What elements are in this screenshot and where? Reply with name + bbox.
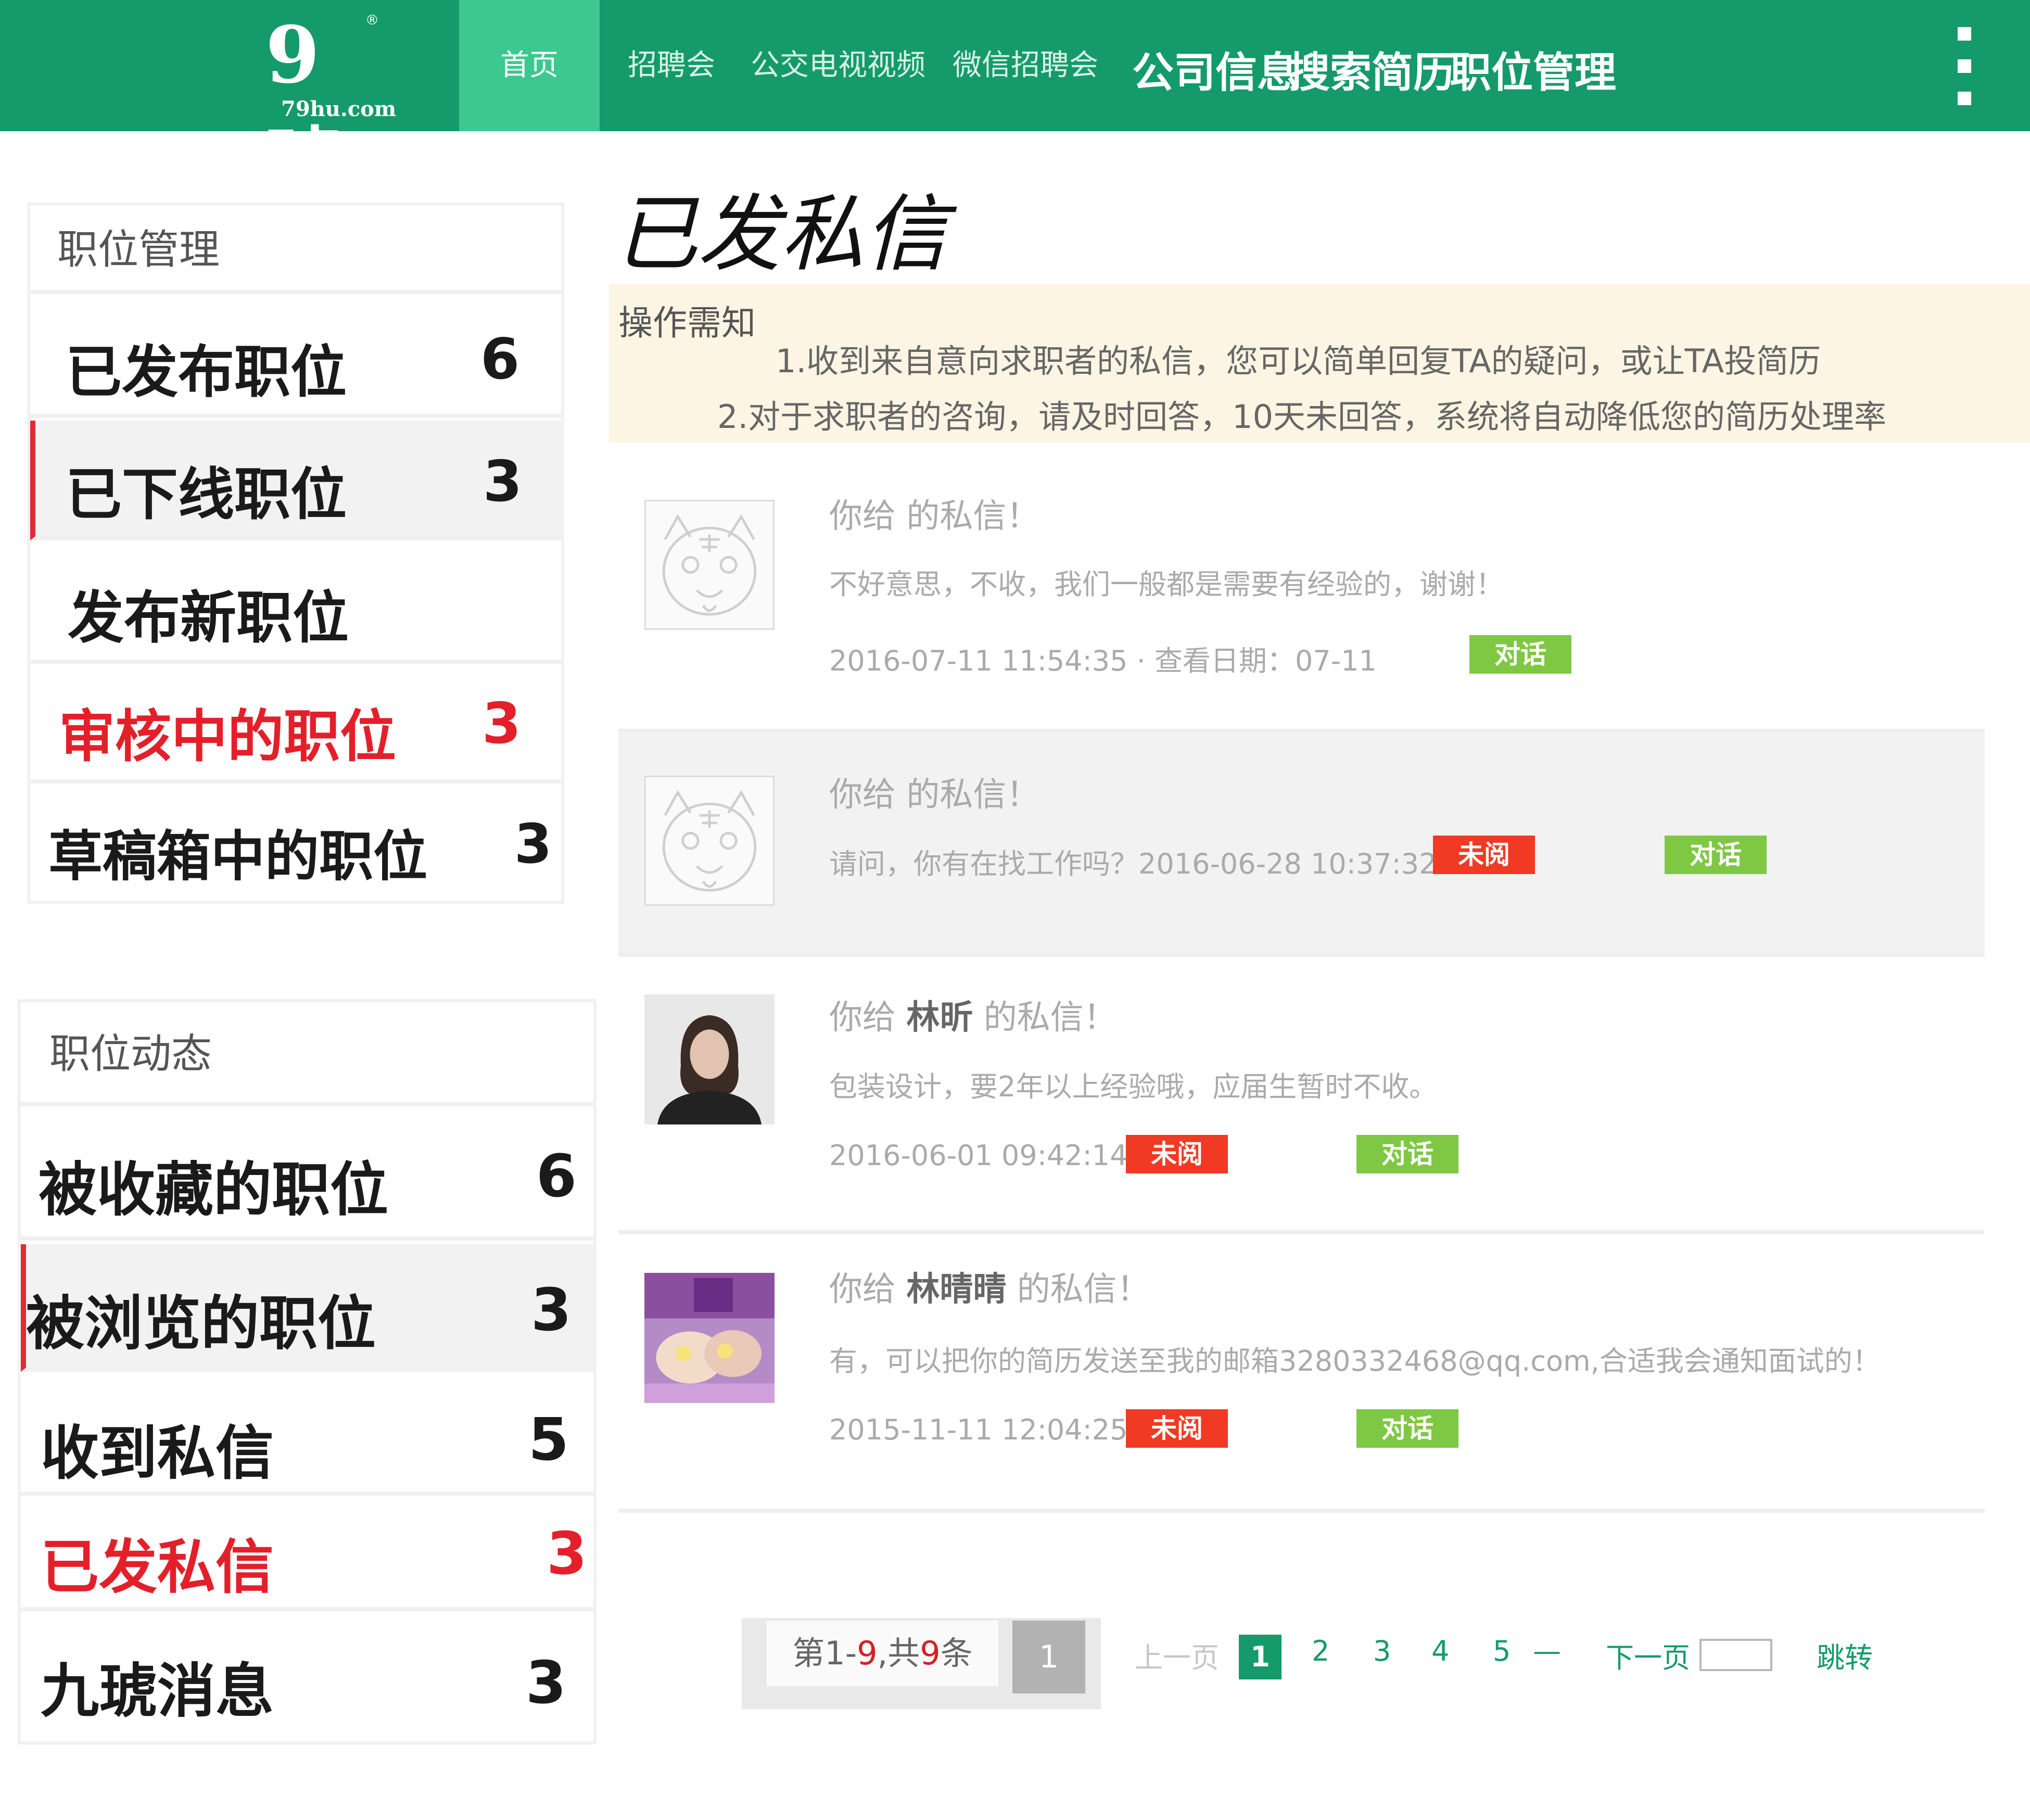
sidebar-item-count: 3: [526, 1649, 566, 1717]
notice-title: 操作需知: [618, 303, 756, 343]
message-meta: 2015-11-11 12:04:25 ·: [829, 1413, 1146, 1446]
unread-badge: 未阅: [1126, 1409, 1228, 1448]
message-meta: 2016-06-01 09:42:14 ·: [829, 1139, 1146, 1172]
pagination-page-2[interactable]: 2: [1312, 1635, 1329, 1667]
operation-notice: 操作需知 1.收到来自意向求职者的私信，您可以简单回复TA的疑问，或让TA投简历…: [609, 284, 2030, 443]
sidebar-item-received-messages[interactable]: 收到私信 5: [21, 1376, 593, 1496]
pagination-page-3[interactable]: 3: [1373, 1635, 1391, 1667]
sidebar-item-reviewing-jobs[interactable]: 审核中的职位 3: [30, 666, 561, 783]
logo-domain: 79hu.com: [281, 97, 397, 121]
sidebar-item-label: 发布新职位: [68, 586, 349, 651]
message-meta: 2016-07-11 11:54:35 · 查看日期：07-11: [829, 644, 1377, 677]
sidebar-item-count: 3: [514, 812, 552, 876]
sidebar-item-count: 6: [536, 1143, 577, 1210]
sidebar-job-activity: 职位动态 被收藏的职位 6 被浏览的职位 3 收到私信 5 已发私信 3 九琥消…: [21, 1002, 593, 1741]
sidebar-item-label: 草稿箱中的职位: [48, 825, 428, 888]
notice-line-1: 1.收到来自意向求职者的私信，您可以简单回复TA的疑问，或让TA投简历: [776, 342, 1821, 380]
site-logo[interactable]: 9琥 ® 79hu.com: [255, 9, 396, 210]
dialogue-button[interactable]: 对话: [1469, 635, 1571, 674]
sidebar-item-label: 九琥消息: [41, 1658, 274, 1725]
sidebar-item-published-jobs[interactable]: 已发布职位 6: [30, 298, 561, 418]
pagination-current-page[interactable]: 1: [1012, 1621, 1085, 1693]
message-body: 不好意思，不收，我们一般都是需要有经验的，谢谢！: [829, 568, 1504, 601]
menu-kebab-icon[interactable]: [1951, 27, 1978, 105]
nav-home[interactable]: 首页: [459, 0, 600, 131]
pagination-jump-button[interactable]: 跳转: [1817, 1635, 1873, 1676]
sidebar-item-offline-jobs[interactable]: 已下线职位 3: [30, 421, 561, 540]
top-navigation-bar: 9琥 ® 79hu.com 首页 招聘会 公交电视视频 微信招聘会 公司信息 搜…: [0, 0, 2030, 210]
sidebar-item-label: 审核中的职位: [59, 704, 397, 769]
dialogue-button[interactable]: 对话: [1665, 836, 1767, 874]
sidebar-item-favorited-jobs[interactable]: 被收藏的职位 6: [21, 1110, 593, 1241]
message-item: 你给 林昕 的私信！ 包装设计，要2年以上经验哦，应届生暂时不收。 2016-0…: [618, 957, 1985, 1234]
sidebar-item-draft-jobs[interactable]: 草稿箱中的职位 3: [30, 786, 561, 903]
notice-line-2: 2.对于求职者的咨询，请及时回答，10天未回答，系统将自动降低您的简历处理率: [717, 398, 1887, 436]
sidebar-job-management: 职位管理 已发布职位 6 已下线职位 3 发布新职位 审核中的职位 3 草稿箱中…: [30, 206, 561, 901]
message-title: 你给 的私信！: [829, 776, 1040, 814]
message-item: 你给 的私信！ 不好意思，不收，我们一般都是需要有经验的，谢谢！ 2016-07…: [618, 448, 1985, 733]
nav-bus-tv[interactable]: 公交电视视频: [750, 0, 927, 131]
sidebar-item-label: 已发布职位: [66, 340, 347, 405]
message-title: 你给 的私信！: [829, 497, 1040, 536]
page-title: 已发私信: [614, 185, 948, 283]
nav-job-manage[interactable]: 职位管理: [1450, 0, 1616, 146]
nav-company-info[interactable]: 公司信息: [1132, 0, 1299, 146]
nav-wechat-fair[interactable]: 微信招聘会: [947, 0, 1103, 131]
sidebar-item-count: 3: [483, 449, 523, 514]
user-photo-avatar: [644, 994, 775, 1124]
pagination-page-1[interactable]: 1: [1239, 1635, 1282, 1679]
user-photo-avatar: [644, 1273, 775, 1403]
message-body: 包装设计，要2年以上经验哦，应届生暂时不收。: [829, 1070, 1438, 1103]
sidebar-item-count: 3: [547, 1520, 587, 1588]
unread-badge: 未阅: [1126, 1135, 1228, 1173]
pagination-summary: 第1-9,共9条 1: [742, 1618, 1101, 1709]
message-item: 你给 林晴晴 的私信！ 有，可以把你的简历发送至我的邮箱3280332468@q…: [618, 1234, 1985, 1513]
nav-job-fair[interactable]: 招聘会: [619, 0, 724, 131]
unread-badge: 未阅: [1433, 836, 1535, 874]
sidebar-item-viewed-jobs[interactable]: 被浏览的职位 3: [21, 1244, 593, 1372]
sidebar-item-label: 已下线职位: [66, 462, 347, 527]
message-title: 你给 林昕 的私信！: [829, 999, 1117, 1037]
sidebar-item-count: 3: [531, 1276, 572, 1344]
sidebar-item-jiuhu-messages[interactable]: 九琥消息 3: [21, 1615, 593, 1740]
sidebar-item-sent-messages[interactable]: 已发私信 3: [21, 1499, 593, 1611]
dialogue-button[interactable]: 对话: [1356, 1135, 1458, 1173]
logo-registered-mark: ®: [365, 12, 379, 28]
sidebar-item-label: 收到私信: [41, 1420, 274, 1487]
sidebar-item-count: 6: [480, 327, 520, 392]
nav-search-resume[interactable]: 搜索简历: [1288, 0, 1455, 146]
pagination-jump-input[interactable]: [1699, 1639, 1772, 1671]
tiger-avatar-placeholder-icon: [644, 776, 775, 906]
pagination-prev[interactable]: 上一页: [1135, 1635, 1219, 1676]
sidebar-item-count: 5: [528, 1406, 569, 1474]
message-body: 请问，你有在找工作吗？2016-06-28 10:37:32 ·: [829, 848, 1455, 880]
sidebar-item-post-new-job[interactable]: 发布新职位: [30, 544, 561, 664]
sidebar-item-count: 3: [482, 691, 522, 756]
pagination-page-5[interactable]: 5: [1493, 1635, 1511, 1667]
sidebar-section-title: 职位动态: [21, 1002, 593, 1106]
pagination-ellipsis: —: [1533, 1635, 1561, 1667]
pagination-total: 第1-9,共9条: [767, 1621, 998, 1686]
sidebar-item-label: 被浏览的职位: [26, 1290, 376, 1358]
sidebar-item-label: 已发私信: [41, 1534, 274, 1601]
pagination-page-4[interactable]: 4: [1431, 1635, 1449, 1667]
sidebar-item-label: 被收藏的职位: [39, 1156, 388, 1224]
message-item: 你给 的私信！ 请问，你有在找工作吗？2016-06-28 10:37:32 ·…: [618, 731, 1985, 957]
dialogue-button[interactable]: 对话: [1356, 1409, 1458, 1448]
message-body: 有，可以把你的简历发送至我的邮箱3280332468@qq.com,合适我会通知…: [829, 1345, 1881, 1377]
message-title: 你给 林晴晴 的私信！: [829, 1270, 1150, 1309]
sidebar-section-title: 职位管理: [30, 206, 561, 294]
pagination-next[interactable]: 下一页: [1606, 1635, 1690, 1676]
tiger-avatar-placeholder-icon: [644, 500, 775, 630]
